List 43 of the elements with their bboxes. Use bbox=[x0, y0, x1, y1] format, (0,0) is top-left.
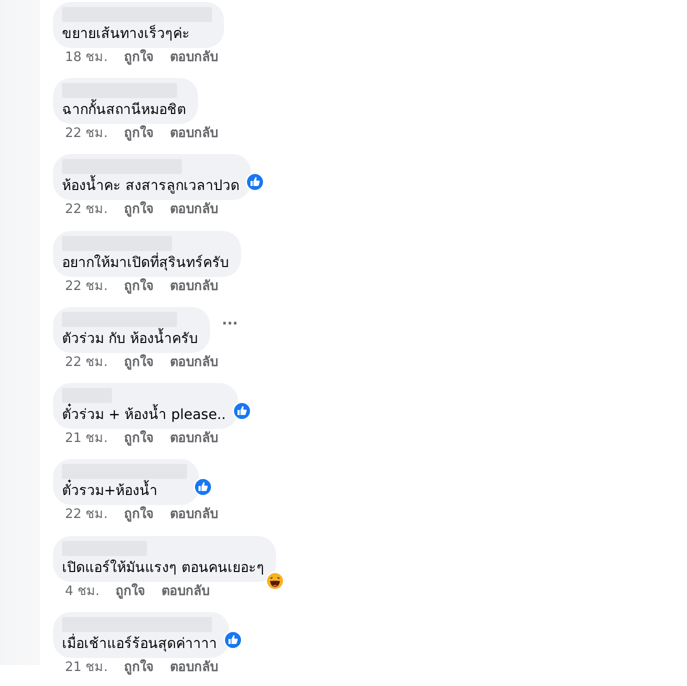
reply-link[interactable]: ตอบกลับ bbox=[170, 202, 218, 218]
like-link[interactable]: ถูกใจ bbox=[124, 278, 154, 295]
comment-text: เปิดแอร์ให้มันแรงๆ ตอนคนเยอะๆ bbox=[62, 558, 264, 578]
reply-link[interactable]: ตอบกลับ bbox=[170, 278, 218, 295]
reply-link[interactable]: ตอบกลับ bbox=[170, 50, 218, 66]
comment-time: 22 ชม. bbox=[65, 202, 108, 218]
like-link[interactable]: ถูกใจ bbox=[124, 431, 154, 448]
like-link[interactable]: ถูกใจ bbox=[124, 202, 154, 218]
like-link[interactable]: ถูกใจ bbox=[124, 507, 154, 524]
comment-time: 22 ชม. bbox=[65, 278, 108, 295]
comment-text: เมื่อเช้าแอร์ร้อนสุดค่าาาา bbox=[62, 634, 217, 654]
comment-text: อยากให้มาเปิดที่สุรินทร์ครับ bbox=[62, 254, 229, 273]
reply-link[interactable]: ตอบกลับ bbox=[170, 354, 218, 371]
comment-time: 18 ชม. bbox=[65, 50, 108, 66]
reply-link[interactable]: ตอบกลับ bbox=[170, 507, 218, 524]
like-link[interactable]: ถูกใจ bbox=[124, 126, 154, 142]
reply-link[interactable]: ตอบกลับ bbox=[162, 584, 210, 600]
comment-text: ห้องน้ำคะ สงสารลูกเวลาปวด bbox=[62, 177, 240, 196]
like-link[interactable]: ถูกใจ bbox=[124, 354, 154, 371]
laughing-emoji-icon bbox=[265, 570, 286, 591]
reply-link[interactable]: ตอบกลับ bbox=[170, 126, 218, 142]
blurred-name bbox=[62, 388, 112, 404]
like-link[interactable]: ถูกใจ bbox=[124, 50, 154, 66]
like-link[interactable]: ถูกใจ bbox=[116, 584, 146, 600]
comment-time: 21 ชม. bbox=[65, 431, 108, 448]
like-link[interactable]: ถูกใจ bbox=[124, 660, 154, 676]
more-options-button[interactable]: ··· bbox=[222, 316, 238, 332]
comment-text: ตั๋วรวม+ห้องน้ำ bbox=[62, 482, 187, 502]
comment-text: ตั๋วร่วม + ห้องน้ำ please.. bbox=[62, 406, 226, 426]
like-reaction-icon bbox=[193, 477, 213, 498]
comment-time: 22 ชม. bbox=[65, 126, 108, 142]
comment-time: 4 ชม. bbox=[65, 584, 100, 600]
comment-time: 22 ชม. bbox=[65, 507, 108, 524]
comment-time: 22 ชม. bbox=[65, 354, 108, 371]
comment-time: 21 ชม. bbox=[65, 660, 108, 676]
reply-link[interactable]: ตอบกลับ bbox=[170, 431, 218, 448]
like-reaction-icon bbox=[223, 630, 243, 650]
comment-text: ฉากกั้นสถานีหมอชิต bbox=[62, 101, 186, 120]
like-reaction-icon bbox=[245, 172, 266, 192]
like-reaction-icon bbox=[232, 401, 252, 422]
comment-text: ขยายเส้นทางเร็วๆค่ะ bbox=[62, 25, 191, 44]
comment-text: ตัวร่วม กับ ห้องน้ำครับ bbox=[62, 330, 198, 349]
reply-link[interactable]: ตอบกลับ bbox=[170, 660, 218, 676]
